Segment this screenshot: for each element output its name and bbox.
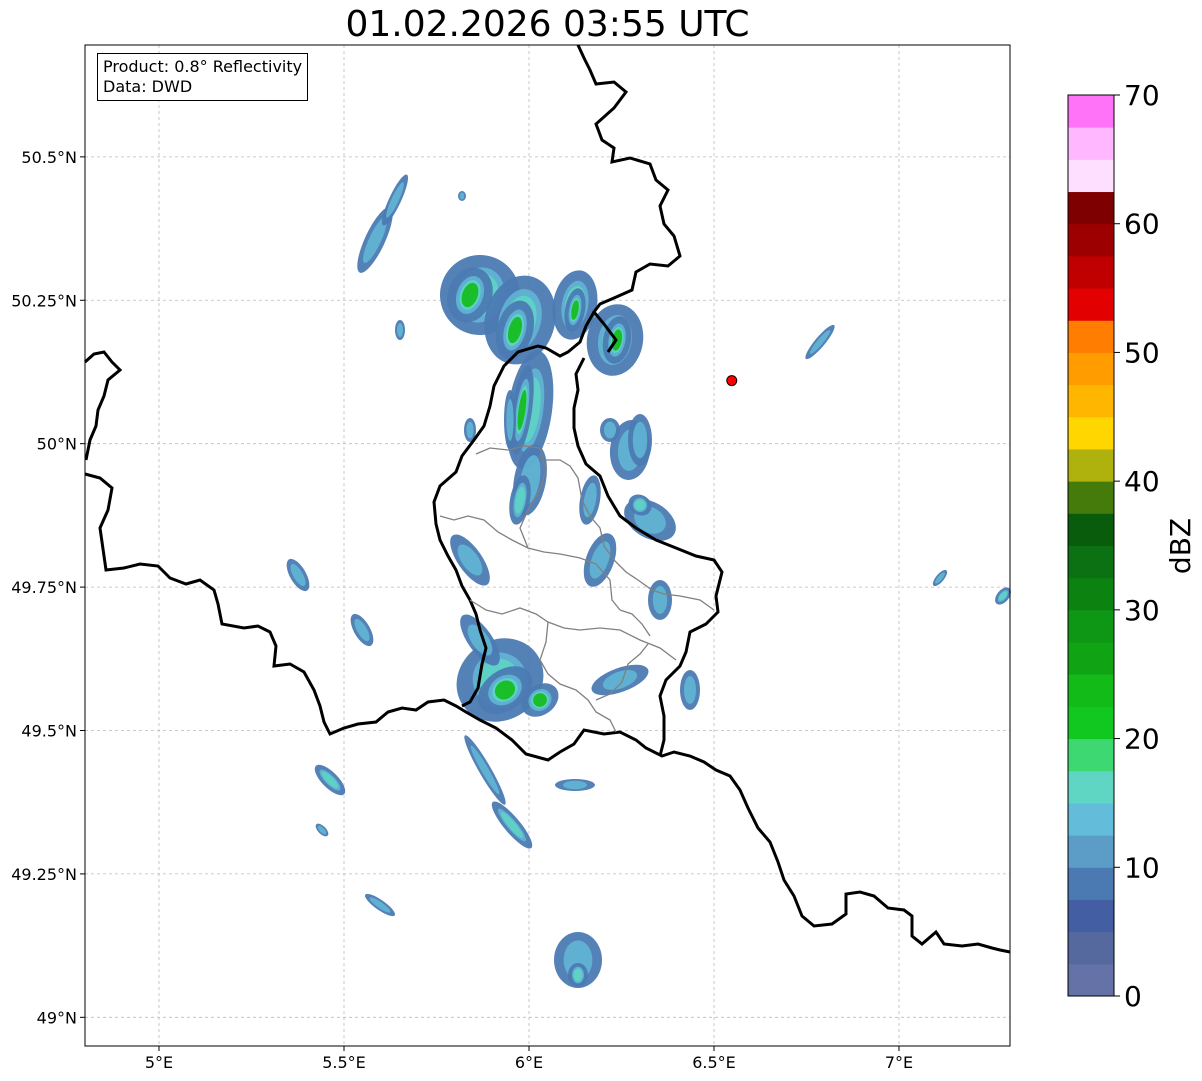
colorbar-segment	[1068, 191, 1114, 225]
y-axis-ticks: 50.5°N 50.25°N 50°N 49.75°N 49.5°N 49.25°N 49°…	[11, 148, 85, 1027]
y-tick-label: 49.25°N	[11, 865, 77, 884]
colorbar-segment	[1068, 899, 1114, 933]
colorbar-tick-label: 30	[1124, 594, 1160, 627]
colorbar-tick-label: 70	[1124, 79, 1160, 112]
x-tick-label: 6.5°E	[692, 1053, 736, 1072]
x-tick-label: 5°E	[145, 1053, 173, 1072]
colorbar-segment	[1068, 384, 1114, 418]
colorbar-segment	[1068, 127, 1114, 160]
product-info-box: Product: 0.8° Reflectivity Data: DWD	[97, 53, 309, 101]
colorbar-segment	[1068, 609, 1114, 643]
colorbar-tick-label: 20	[1124, 723, 1160, 756]
echo-light	[459, 192, 465, 200]
echo-light	[563, 780, 587, 790]
colorbar-segment	[1068, 95, 1114, 128]
colorbar-segment	[1068, 448, 1114, 482]
y-tick-label: 50°N	[37, 435, 77, 454]
x-tick-label: 5.5°E	[322, 1053, 366, 1072]
data-source-label: Data: DWD	[103, 77, 193, 96]
colorbar-segment	[1068, 416, 1114, 450]
colorbar-segment	[1068, 931, 1114, 965]
colorbar-segment	[1068, 770, 1114, 804]
echo-light	[684, 676, 696, 704]
colorbar-segment	[1068, 288, 1114, 321]
x-axis-ticks: 5°E 5.5°E 6°E 6.5°E 7°E	[145, 1046, 913, 1072]
colorbar-segment	[1068, 835, 1114, 868]
y-tick-label: 50.5°N	[21, 148, 77, 167]
colorbar-segment	[1068, 802, 1114, 836]
echo-moderate	[573, 968, 583, 982]
echo-light	[466, 421, 474, 439]
colorbar-segment	[1068, 706, 1114, 740]
echo-light	[506, 399, 514, 441]
echo-light	[652, 586, 668, 614]
colorbar-segment	[1068, 481, 1114, 514]
colorbar-segment	[1068, 159, 1114, 193]
y-tick-label: 49°N	[37, 1008, 77, 1027]
colorbar-segment	[1068, 545, 1114, 579]
colorbar-segment	[1068, 738, 1114, 772]
colorbar-tick-label: 0	[1124, 980, 1142, 1013]
radar-map[interactable]: 5°E 5.5°E 6°E 6.5°E 7°E 50.5°N 50.25°N 50°N 49.…	[0, 0, 1202, 1081]
colorbar-segment	[1068, 320, 1114, 353]
echo-light	[632, 421, 648, 459]
x-tick-label: 6°E	[515, 1053, 543, 1072]
colorbar-segment	[1068, 223, 1114, 257]
x-tick-label: 7°E	[885, 1053, 913, 1072]
colorbar-label: dBZ	[1164, 518, 1197, 574]
y-tick-label: 49.75°N	[11, 578, 77, 597]
colorbar-segment	[1068, 867, 1114, 900]
radar-site-marker[interactable]	[726, 375, 738, 387]
colorbar-segment	[1068, 255, 1114, 289]
colorbar-segment	[1068, 577, 1114, 611]
colorbar-segment	[1068, 963, 1114, 997]
colorbar-tick-label: 40	[1124, 465, 1160, 498]
y-tick-label: 49.5°N	[21, 721, 77, 740]
colorbar-segment	[1068, 674, 1114, 707]
product-label: Product: 0.8° Reflectivity	[103, 57, 303, 76]
colorbar-segment	[1068, 642, 1114, 675]
y-tick-label: 50.25°N	[11, 291, 77, 310]
colorbar-segment	[1068, 352, 1114, 386]
colorbar-tick-label: 50	[1124, 336, 1160, 369]
echo-light	[397, 323, 403, 337]
echo-light	[604, 421, 616, 439]
colorbar-tick-label: 10	[1124, 851, 1160, 884]
colorbar-segment	[1068, 513, 1114, 546]
colorbar: 0 10 20 30 40 50 60 70 dBZ	[1067, 79, 1197, 1013]
colorbar-tick-label: 60	[1124, 208, 1160, 241]
